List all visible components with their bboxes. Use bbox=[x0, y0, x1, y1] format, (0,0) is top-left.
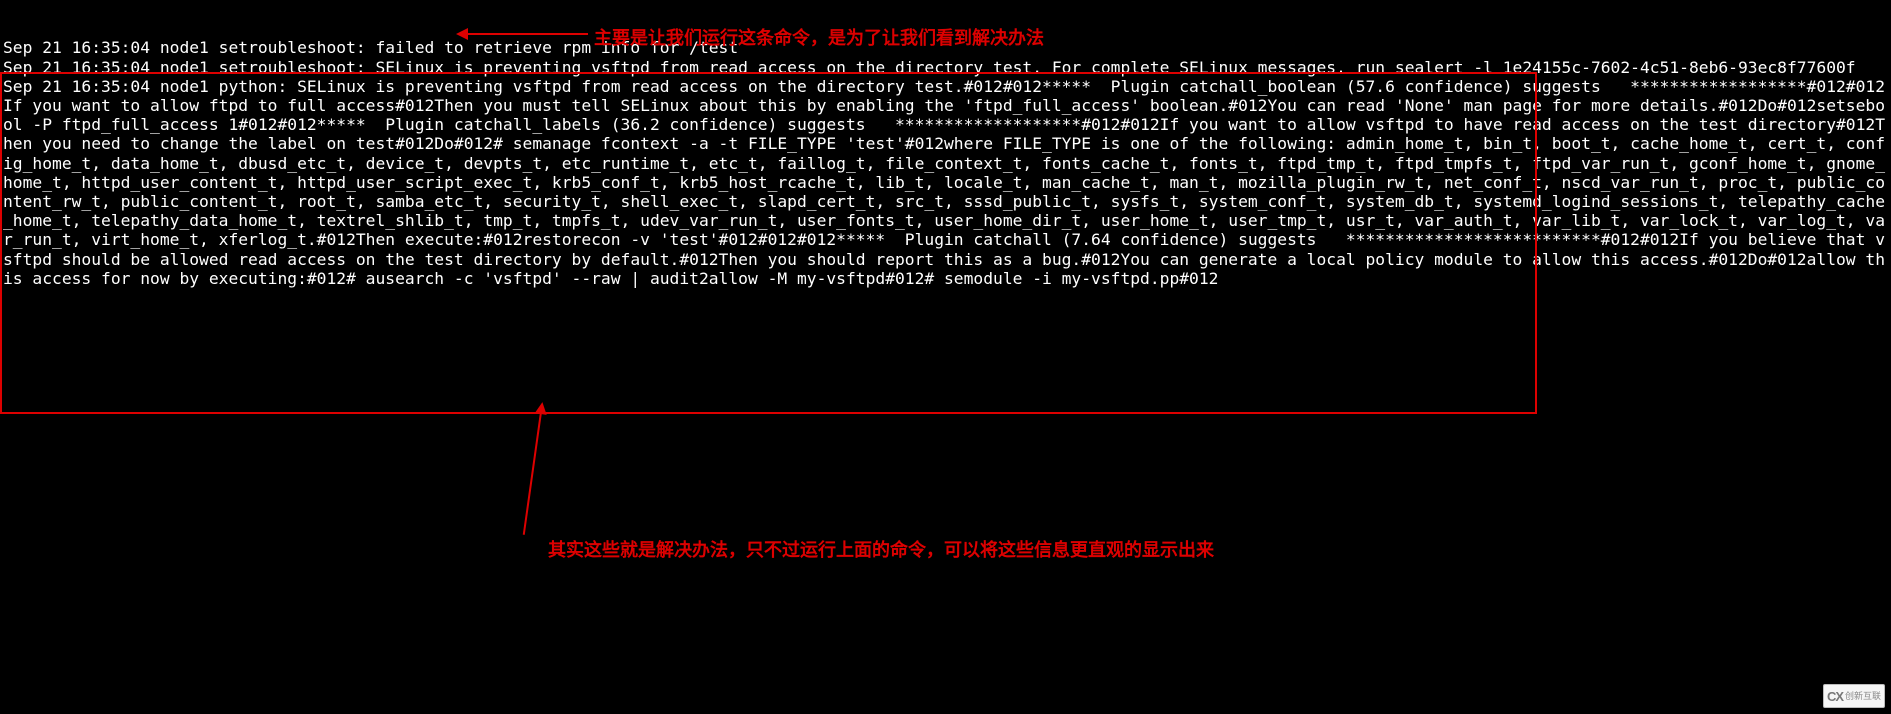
watermark-text: 创新互联 bbox=[1845, 692, 1881, 701]
log-line: Sep 21 16:35:04 node1 setroubleshoot: SE… bbox=[3, 58, 1888, 77]
annotation-arrow-1 bbox=[466, 33, 588, 35]
annotation-text-2: 其实这些就是解决办法，只不过运行上面的命令，可以将这些信息更直观的显示出来 bbox=[548, 536, 1214, 562]
annotation-text-1: 主要是让我们运行这条命令，是为了让我们看到解决办法 bbox=[594, 24, 1044, 50]
terminal-output: Sep 21 16:35:04 node1 setroubleshoot: fa… bbox=[0, 0, 1891, 714]
watermark-logo: CX 创新互联 bbox=[1823, 684, 1885, 708]
watermark-brand: CX bbox=[1827, 689, 1843, 704]
log-line: Sep 21 16:35:04 node1 python: SELinux is… bbox=[3, 77, 1888, 288]
